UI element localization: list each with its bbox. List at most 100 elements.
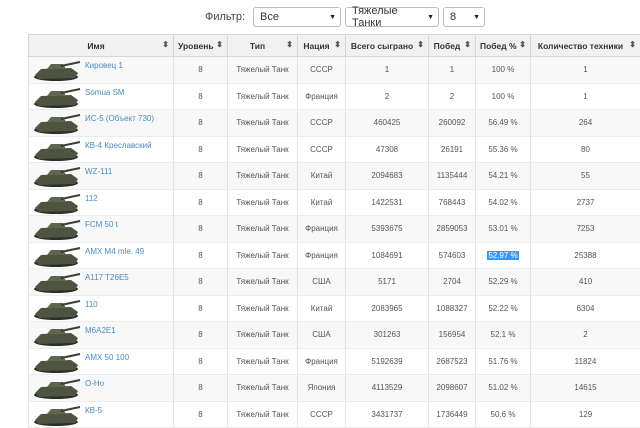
wins-cell: 1736449 [429,401,476,428]
win-pct-cell: 52.1 % [476,322,531,349]
vehicle-count-cell: 14615 [531,375,640,402]
wins-cell: 2687523 [429,348,476,375]
nation-cell: США [298,269,346,296]
wins-cell: 1135444 [429,163,476,190]
table-row[interactable]: КВ-58Тяжелый ТанкСССР3431737173644950.6 … [29,401,640,428]
sort-icon: ⬍ [162,40,169,49]
column-header-label: Побед % [480,41,517,51]
vehicle-count-cell: 80 [531,136,640,163]
tank-name-link[interactable]: 110 [85,300,98,309]
nation-cell: СССР [298,136,346,163]
nation-cell: Франция [298,83,346,110]
vehicle-count-cell: 6304 [531,295,640,322]
level-cell: 8 [174,83,228,110]
tank-icon [31,219,81,241]
tank-icon [31,246,81,268]
column-header-total[interactable]: Всего сыграно⬍ [346,35,429,57]
column-header-wins[interactable]: Побед⬍ [429,35,476,57]
chevron-down-icon: ▼ [329,14,336,21]
vehicle-count-cell: 129 [531,401,640,428]
column-header-win-pct[interactable]: Побед %⬍ [476,35,531,57]
sort-icon: ⬍ [334,40,341,49]
column-header-vehicle-count[interactable]: Количество техники⬍ [531,35,640,57]
name-cell: AMX M4 mle. 49 [29,242,174,269]
tank-name-link[interactable]: Кировец 1 [85,61,123,70]
vehicle-count-cell: 7253 [531,216,640,243]
column-header-label: Уровень [178,41,214,51]
table-row[interactable]: AMX M4 mle. 498Тяжелый ТанкФранция108469… [29,242,640,269]
type-cell: Тяжелый Танк [228,401,298,428]
tank-name-link[interactable]: M6A2E1 [85,326,116,335]
nation-cell: Китай [298,295,346,322]
table-row[interactable]: Кировец 18Тяжелый ТанкСССР11100 %1 [29,57,640,84]
tank-name-link[interactable]: WZ-111 [85,167,112,176]
tank-name-link[interactable]: КВ-4 Креславский [85,141,152,150]
table-row[interactable]: Somua SM8Тяжелый ТанкФранция22100 %1 [29,83,640,110]
table-row[interactable]: 1128Тяжелый ТанкКитай142253176844354.02 … [29,189,640,216]
tank-name-link[interactable]: AMX M4 mle. 49 [85,247,144,256]
nation-cell: Китай [298,189,346,216]
tank-icon [31,60,81,82]
column-header-label: Количество техники [538,41,623,51]
win-pct-cell: 55.36 % [476,136,531,163]
table-row[interactable]: FCM 50 t8Тяжелый ТанкФранция539367528590… [29,216,640,243]
name-cell: A117 T26E5 [29,269,174,296]
wins-cell: 260092 [429,110,476,137]
filter-select-tier[interactable]: 8 ▼ [443,7,485,27]
tank-name-link[interactable]: КВ-5 [85,406,102,415]
level-cell: 8 [174,189,228,216]
tank-name-link[interactable]: ИС-5 (Объект 730) [85,114,154,123]
tank-icon [31,352,81,374]
type-cell: Тяжелый Танк [228,375,298,402]
column-header-name[interactable]: Имя⬍ [29,35,174,57]
table-row[interactable]: O-Ho8Тяжелый ТанкЯпония4113529209860751.… [29,375,640,402]
tank-name-link[interactable]: AMX 50 100 [85,353,129,362]
win-pct-cell: 51.02 % [476,375,531,402]
level-cell: 8 [174,348,228,375]
column-header-level[interactable]: Уровень⬍ [174,35,228,57]
filter-select-all-value: Все [260,11,279,23]
tank-name-link[interactable]: FCM 50 t [85,220,118,229]
tank-icon [31,87,81,109]
table-header-row: Имя⬍ Уровень⬍ Тип⬍ Нация⬍ Всего сыграно⬍… [29,35,640,57]
tank-name-link[interactable]: O-Ho [85,379,104,388]
column-header-label: Нация [303,41,329,51]
win-pct-cell: 53.01 % [476,216,531,243]
name-cell: 110 [29,295,174,322]
column-header-type[interactable]: Тип⬍ [228,35,298,57]
wins-cell: 2 [429,83,476,110]
level-cell: 8 [174,401,228,428]
table-row[interactable]: A117 T26E58Тяжелый ТанкСША5171270452.29 … [29,269,640,296]
name-cell: КВ-5 [29,401,174,428]
filter-select-all[interactable]: Все ▼ [253,7,341,27]
tank-name-link[interactable]: 112 [85,194,98,203]
table-row[interactable]: WZ-1118Тяжелый ТанкКитай2094683113544454… [29,163,640,190]
column-header-nation[interactable]: Нация ⬍ [298,35,346,57]
nation-cell: СССР [298,401,346,428]
nation-cell: Франция [298,216,346,243]
name-cell: O-Ho [29,375,174,402]
table-row[interactable]: AMX 50 1008Тяжелый ТанкФранция5192639268… [29,348,640,375]
name-cell: КВ-4 Креславский [29,136,174,163]
chevron-down-icon: ▼ [427,14,434,21]
type-cell: Тяжелый Танк [228,136,298,163]
vehicle-count-cell: 1 [531,83,640,110]
tank-name-link[interactable]: Somua SM [85,88,125,97]
tank-icon [31,166,81,188]
table-row[interactable]: КВ-4 Креславский8Тяжелый ТанкСССР4730826… [29,136,640,163]
name-cell: Somua SM [29,83,174,110]
vehicle-count-cell: 25388 [531,242,640,269]
total-cell: 460425 [346,110,429,137]
filter-bar: Фильтр: Все ▼ Тяжелые Танки ▼ 8 ▼ [0,6,640,28]
win-pct-cell: 54.21 % [476,163,531,190]
table-row[interactable]: ИС-5 (Объект 730)8Тяжелый ТанкСССР460425… [29,110,640,137]
tank-name-link[interactable]: A117 T26E5 [85,273,129,282]
filter-select-type[interactable]: Тяжелые Танки ▼ [345,7,439,27]
tank-icon [31,140,81,162]
level-cell: 8 [174,136,228,163]
win-pct-cell: 51.76 % [476,348,531,375]
table-row[interactable]: M6A2E18Тяжелый ТанкСША30126315695452.1 %… [29,322,640,349]
level-cell: 8 [174,295,228,322]
table-row[interactable]: 1108Тяжелый ТанкКитай2083965108832752.22… [29,295,640,322]
column-header-label: Всего сыграно [351,41,413,51]
